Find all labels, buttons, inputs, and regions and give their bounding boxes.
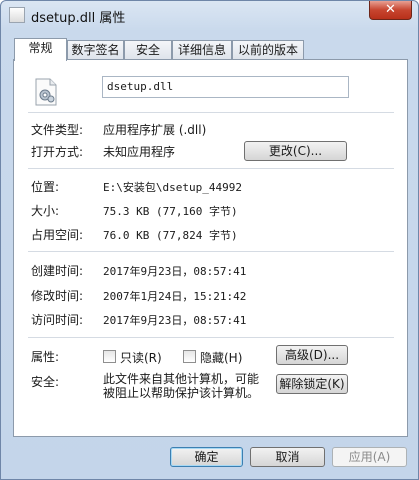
separator bbox=[28, 251, 394, 252]
location-value: E:\安装包\dsetup_44992 bbox=[103, 181, 242, 194]
security-label: 安全: bbox=[31, 375, 60, 389]
window-title: dsetup.dll 属性 bbox=[31, 11, 126, 26]
close-button[interactable]: ✕ bbox=[369, 1, 412, 20]
tab-details[interactable]: 详细信息 bbox=[172, 40, 232, 60]
security-warning-text: 此文件来自其他计算机，可能被阻止以帮助保护该计算机。 bbox=[103, 372, 260, 400]
readonly-label[interactable]: 只读(R) bbox=[120, 349, 162, 366]
general-panel: dsetup.dll 文件类型: 应用程序扩展 (.dll) 打开方式: 未知应… bbox=[13, 59, 408, 437]
file-type-label: 文件类型: bbox=[31, 123, 84, 137]
change-button[interactable]: 更改(C)... bbox=[244, 141, 347, 161]
size-label: 大小: bbox=[31, 204, 60, 218]
separator bbox=[28, 168, 394, 169]
size-on-disk-value: 76.0 KB (77,824 字节) bbox=[103, 229, 238, 242]
unblock-button[interactable]: 解除锁定(K) bbox=[276, 374, 348, 394]
dll-gear-icon bbox=[35, 78, 57, 106]
readonly-checkbox[interactable] bbox=[103, 350, 116, 363]
attributes-label: 属性: bbox=[31, 350, 60, 364]
apply-button[interactable]: 应用(A) bbox=[332, 447, 407, 467]
hidden-checkbox[interactable] bbox=[183, 350, 196, 363]
file-name-field[interactable]: dsetup.dll bbox=[102, 76, 349, 98]
dll-file-icon bbox=[9, 7, 25, 23]
tab-digital-signatures[interactable]: 数字签名 bbox=[67, 40, 124, 60]
cancel-button[interactable]: 取消 bbox=[250, 447, 325, 467]
created-value: 2017年9月23日，08:57:41 bbox=[103, 265, 247, 278]
tab-security[interactable]: 安全 bbox=[124, 40, 172, 60]
title-bar[interactable]: dsetup.dll 属性 ✕ bbox=[1, 1, 418, 31]
advanced-button[interactable]: 高级(D)... bbox=[276, 345, 348, 365]
accessed-label: 访问时间: bbox=[31, 313, 84, 327]
location-label: 位置: bbox=[31, 180, 60, 194]
ok-button[interactable]: 确定 bbox=[170, 447, 243, 467]
modified-value: 2007年1月24日，15:21:42 bbox=[103, 290, 247, 303]
tab-general[interactable]: 常规 bbox=[14, 38, 67, 61]
separator bbox=[28, 112, 394, 113]
size-on-disk-label: 占用空间: bbox=[31, 228, 84, 242]
tab-previous-versions[interactable]: 以前的版本 bbox=[232, 40, 304, 60]
open-with-label: 打开方式: bbox=[31, 145, 84, 159]
properties-window: dsetup.dll 属性 ✕ 常规 数字签名 安全 详细信息 以前的版本 ds… bbox=[0, 0, 419, 480]
size-value: 75.3 KB (77,160 字节) bbox=[103, 205, 238, 218]
open-with-value: 未知应用程序 bbox=[103, 145, 176, 159]
created-label: 创建时间: bbox=[31, 264, 84, 278]
accessed-value: 2017年9月23日，08:57:41 bbox=[103, 314, 247, 327]
file-type-value: 应用程序扩展 (.dll) bbox=[103, 123, 207, 137]
modified-label: 修改时间: bbox=[31, 289, 84, 303]
hidden-label[interactable]: 隐藏(H) bbox=[200, 349, 242, 366]
separator bbox=[28, 337, 394, 338]
